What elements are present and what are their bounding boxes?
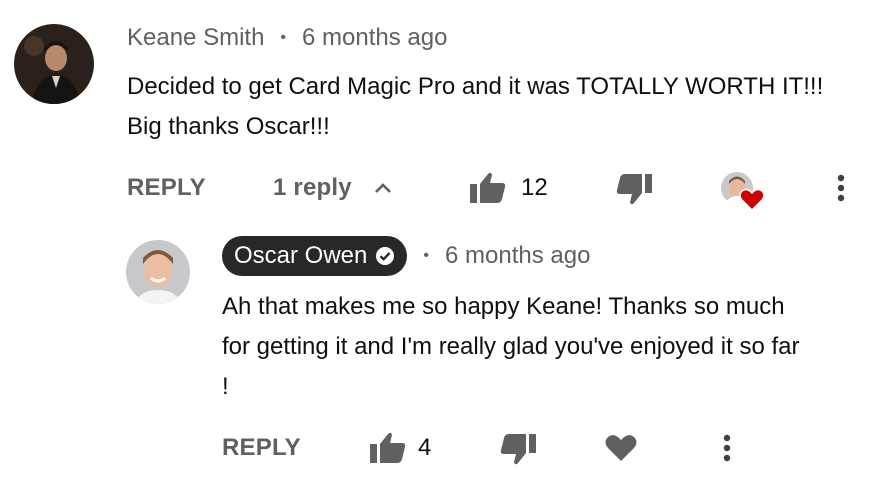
comment-timestamp[interactable]: 6 months ago	[302, 24, 447, 52]
comment-author-name[interactable]: Keane Smith	[127, 24, 264, 52]
more-vert-icon[interactable]	[722, 434, 732, 464]
chevron-up-icon	[374, 182, 392, 194]
thumb-down-icon[interactable]	[500, 434, 536, 466]
heart-icon[interactable]	[605, 434, 637, 462]
like-count: 4	[418, 434, 432, 461]
reply-button[interactable]: REPLY	[127, 173, 206, 203]
heart-icon	[739, 188, 765, 212]
verified-check-icon	[375, 246, 395, 266]
reply-text-line: for getting it and I'm really glad you'v…	[222, 333, 800, 360]
more-vert-icon[interactable]	[836, 174, 846, 204]
reply-text-line: !	[222, 373, 229, 400]
comment-text-line: Decided to get Card Magic Pro and it was…	[127, 73, 824, 100]
reply-timestamp[interactable]: 6 months ago	[445, 242, 590, 270]
meta-separator: •	[423, 247, 429, 264]
comment-author-avatar[interactable]	[14, 24, 94, 104]
thumb-up-icon[interactable]	[470, 171, 506, 203]
view-replies-toggle[interactable]: 1 reply	[273, 173, 392, 203]
reply-author-avatar[interactable]	[126, 240, 190, 304]
reply-text: Ah that makes me so happy Keane! Thanks …	[222, 287, 862, 407]
thumb-down-icon[interactable]	[616, 174, 652, 206]
reply-button[interactable]: REPLY	[222, 433, 301, 463]
comment-text-line: Big thanks Oscar!!!	[127, 113, 330, 140]
meta-separator: •	[280, 29, 287, 46]
comment-text: Decided to get Card Magic Pro and it was…	[127, 67, 862, 147]
thumb-up-icon[interactable]	[370, 431, 406, 463]
like-count: 12	[521, 174, 548, 201]
reply-text-line: Ah that makes me so happy Keane! Thanks …	[222, 293, 785, 320]
replies-count-label: 1 reply	[273, 174, 352, 201]
owner-author-badge[interactable]: Oscar Owen	[222, 236, 408, 276]
reply-author-name: Oscar Owen	[234, 242, 368, 269]
